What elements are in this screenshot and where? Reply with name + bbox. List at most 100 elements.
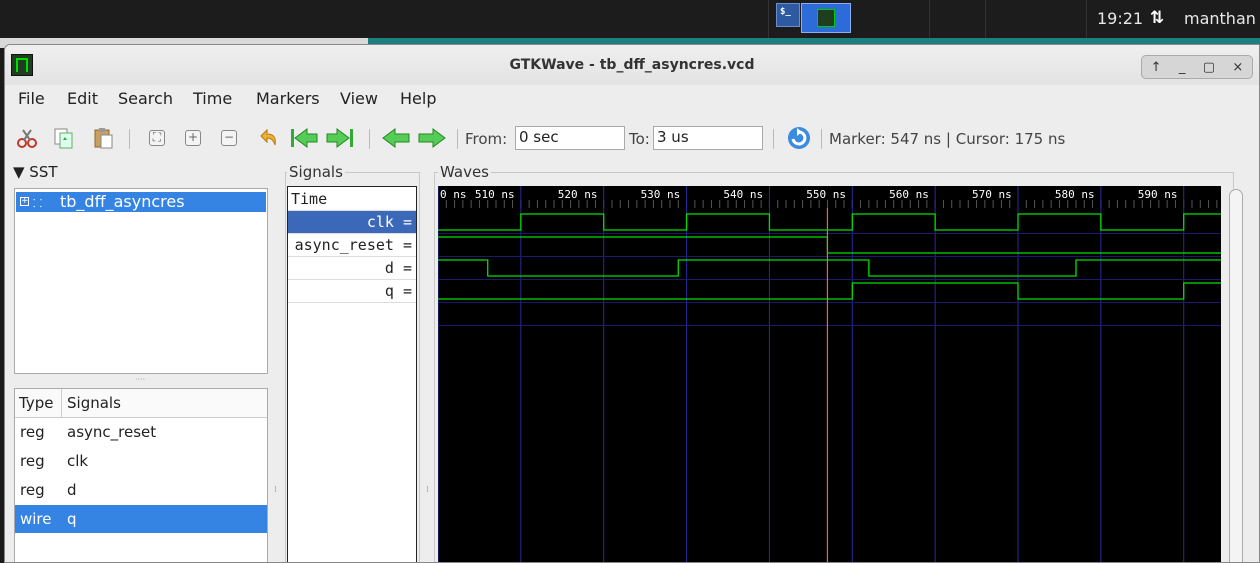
clock[interactable]: 19:21 bbox=[1097, 9, 1143, 28]
toolbar-separator bbox=[773, 129, 774, 149]
panel-separator bbox=[929, 0, 930, 38]
panel-separator bbox=[768, 0, 769, 38]
pane-grip[interactable]: ···· bbox=[135, 375, 145, 384]
waves-vertical-scrollbar[interactable] bbox=[1229, 189, 1243, 562]
prev-edge-icon[interactable] bbox=[381, 125, 411, 151]
keep-above-icon[interactable]: ↑ bbox=[1151, 60, 1162, 75]
signal-row-q[interactable]: q = bbox=[288, 280, 416, 303]
cut-icon[interactable] bbox=[15, 125, 39, 151]
signal-row-d[interactable]: d = bbox=[288, 257, 416, 280]
type-cell: reg bbox=[20, 481, 45, 499]
signal-label: async_reset = bbox=[294, 236, 412, 254]
reload-icon[interactable] bbox=[785, 125, 813, 151]
menu-search[interactable]: Search bbox=[118, 89, 173, 108]
menu-markers[interactable]: Markers bbox=[256, 89, 320, 108]
minimize-icon[interactable]: _ bbox=[1179, 60, 1186, 75]
time-row: Time bbox=[288, 188, 416, 211]
time-tick-label: 550 ns bbox=[806, 188, 846, 201]
panel-separator bbox=[985, 0, 986, 38]
tree-item-label: tb_dff_asyncres bbox=[60, 192, 185, 211]
signals-column-header[interactable]: Signals bbox=[67, 394, 121, 412]
expand-icon[interactable]: + bbox=[20, 197, 29, 206]
type-cell: wire bbox=[20, 510, 52, 528]
menu-edit[interactable]: Edit bbox=[67, 89, 98, 108]
zoom-out-icon[interactable]: − bbox=[217, 125, 241, 151]
table-row[interactable]: reg d bbox=[15, 476, 267, 504]
sst-expander[interactable]: ▼ SST bbox=[13, 163, 58, 181]
hierarchy-icon: ⸬ bbox=[33, 197, 43, 210]
to-time-input[interactable]: 3 us bbox=[653, 126, 763, 150]
signal-label: d = bbox=[384, 259, 412, 277]
gtkwave-icon bbox=[817, 9, 835, 27]
toolbar-separator bbox=[821, 129, 822, 149]
menu-bar: File Edit Search Time Markers View Help bbox=[5, 85, 1259, 113]
table-row[interactable]: reg async_reset bbox=[15, 418, 267, 446]
signal-row-clk[interactable]: clk = bbox=[288, 211, 416, 234]
taskbar-gtkwave-icon[interactable] bbox=[801, 3, 851, 33]
toolbar-separator bbox=[369, 129, 370, 149]
signal-row-async-reset[interactable]: async_reset = bbox=[288, 234, 416, 257]
table-row[interactable]: wire q bbox=[15, 505, 267, 533]
undo-zoom-icon[interactable] bbox=[255, 125, 281, 151]
menu-help[interactable]: Help bbox=[400, 89, 436, 108]
panel-separator bbox=[1086, 0, 1087, 38]
menu-view[interactable]: View bbox=[340, 89, 378, 108]
signal-cell: q bbox=[67, 510, 77, 528]
time-tick-label: 560 ns bbox=[889, 188, 929, 201]
sst-tree: + ⸬ tb_dff_asyncres bbox=[14, 188, 268, 374]
terminal-glyph: $_ bbox=[780, 7, 791, 17]
signal-cell: d bbox=[67, 481, 77, 499]
user-menu[interactable]: manthan bbox=[1184, 9, 1256, 28]
marker-cursor-status: Marker: 547 ns | Cursor: 175 ns bbox=[829, 130, 1066, 148]
time-tick-label: 0 ns bbox=[440, 188, 467, 201]
toolbar-separator bbox=[129, 129, 130, 149]
taskbar-terminal-icon[interactable]: $_ bbox=[776, 3, 800, 27]
window-controls: ↑ _ ▢ × bbox=[1141, 55, 1253, 79]
signals-list: Time clk = async_reset = d = q = bbox=[287, 186, 417, 562]
toolbar-separator bbox=[457, 129, 458, 149]
zoom-end-icon[interactable] bbox=[325, 125, 355, 151]
time-tick-label: 540 ns bbox=[723, 188, 763, 201]
network-icon[interactable]: ⇅ bbox=[1150, 8, 1164, 28]
to-label: To: bbox=[629, 130, 650, 148]
waves-header: Waves bbox=[438, 163, 491, 181]
waves-background bbox=[438, 186, 1221, 562]
paste-icon[interactable] bbox=[91, 125, 115, 151]
table-row[interactable]: reg clk bbox=[15, 447, 267, 475]
time-tick-label: 530 ns bbox=[641, 188, 681, 201]
desktop-top-panel: $_ 19:21 ⇅ manthan bbox=[0, 0, 1260, 38]
pane-grip[interactable]: ⁞ bbox=[426, 485, 429, 495]
time-tick-label: 590 ns bbox=[1138, 188, 1178, 201]
next-edge-icon[interactable] bbox=[417, 125, 447, 151]
maximize-icon[interactable]: ▢ bbox=[1203, 60, 1215, 75]
zoom-start-icon[interactable] bbox=[289, 125, 319, 151]
zoom-fit-icon[interactable]: ⛶ bbox=[145, 125, 169, 151]
gtkwave-window: GTKWave - tb_dff_asyncres.vcd ↑ _ ▢ × Fi… bbox=[4, 44, 1260, 563]
toolbar: ⛶ + − From: 0 sec To: 3 us Marker: 547 n… bbox=[5, 121, 1259, 157]
menu-time[interactable]: Time bbox=[193, 89, 232, 108]
type-cell: reg bbox=[20, 452, 45, 470]
time-tick-label: 520 ns bbox=[558, 188, 598, 201]
type-cell: reg bbox=[20, 423, 45, 441]
menu-file[interactable]: File bbox=[18, 89, 45, 108]
zoom-in-icon[interactable]: + bbox=[181, 125, 205, 151]
title-bar[interactable]: GTKWave - tb_dff_asyncres.vcd ↑ _ ▢ × bbox=[5, 45, 1259, 85]
signals-header: Signals bbox=[287, 163, 345, 181]
signal-type-table: Type Signals reg async_reset reg clk reg… bbox=[14, 388, 268, 562]
pane-grip[interactable]: ⁞ bbox=[274, 485, 277, 495]
window-title: GTKWave - tb_dff_asyncres.vcd bbox=[509, 57, 755, 73]
time-tick-label: 510 ns bbox=[475, 188, 515, 201]
close-icon[interactable]: × bbox=[1232, 60, 1243, 75]
time-tick-label: 580 ns bbox=[1055, 188, 1095, 201]
tree-item-tb-dff-asyncres[interactable]: + ⸬ tb_dff_asyncres bbox=[16, 192, 266, 212]
time-label: Time bbox=[291, 190, 328, 208]
time-tick-label: 570 ns bbox=[972, 188, 1012, 201]
from-time-input[interactable]: 0 sec bbox=[515, 126, 625, 150]
table-header: Type Signals bbox=[15, 389, 267, 418]
waveform-canvas[interactable]: 0 ns 510 ns 520 ns 530 ns 540 ns 550 ns 560 ns… bbox=[438, 186, 1221, 563]
signal-cell: async_reset bbox=[67, 423, 157, 441]
copy-icon[interactable] bbox=[51, 125, 75, 151]
signal-label: q = bbox=[384, 282, 412, 300]
type-column-header[interactable]: Type bbox=[19, 394, 53, 412]
signal-cell: clk bbox=[67, 452, 89, 470]
